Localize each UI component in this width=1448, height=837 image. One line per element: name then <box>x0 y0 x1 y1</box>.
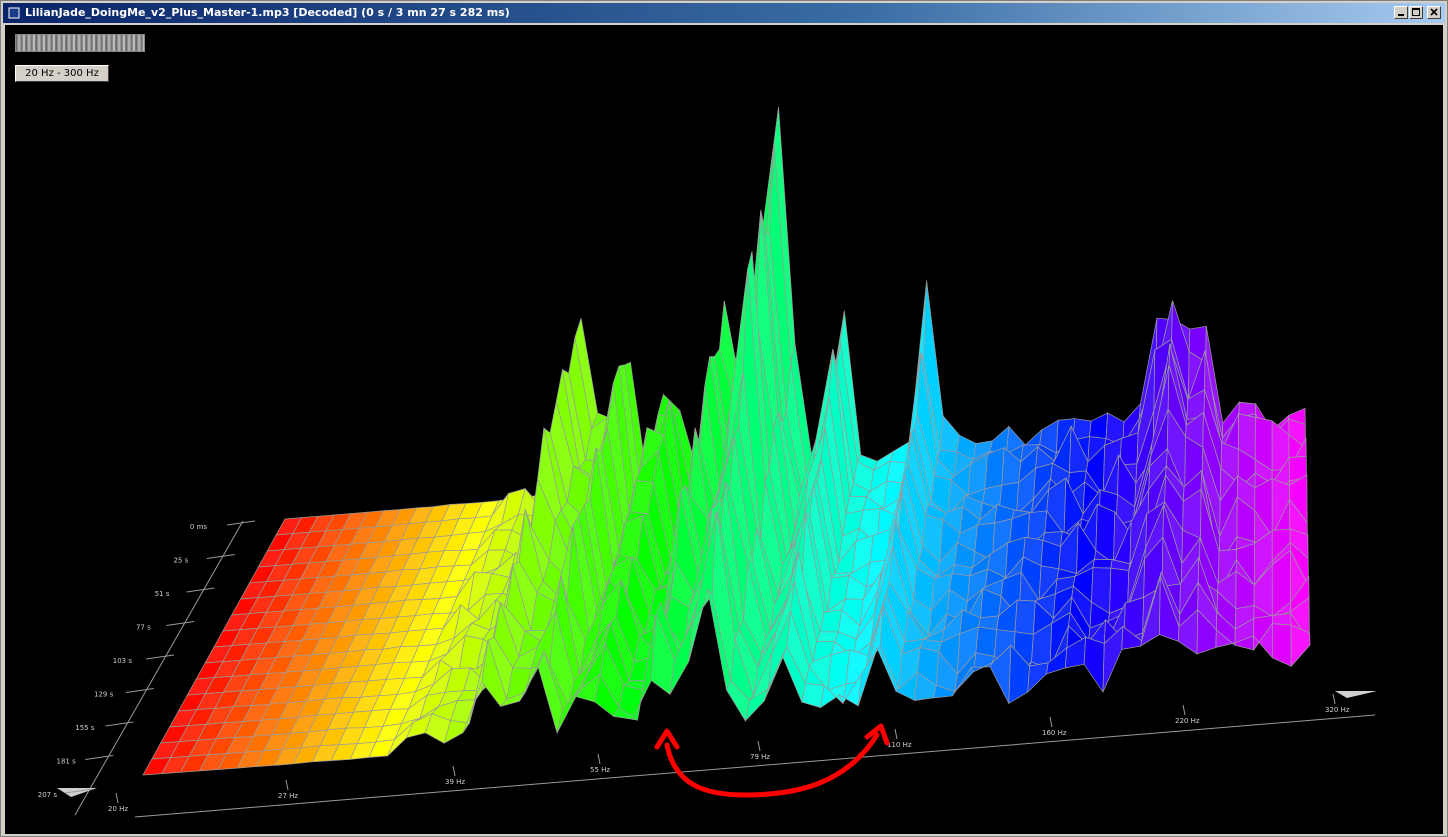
time-tick-label: 51 s <box>155 590 170 598</box>
time-tick <box>105 721 134 727</box>
time-tick-label: 129 s <box>94 691 114 699</box>
spectrum-view: 20 Hz - 300 Hz 0 ms 25 s 51 s 77 s 103 s 129 … <box>5 25 1443 834</box>
maximize-icon <box>1412 8 1420 16</box>
time-tick-label: 155 s <box>75 724 95 732</box>
frequency-tick-label: 220 Hz <box>1175 717 1200 725</box>
time-tick-label: 0 ms <box>190 523 207 531</box>
spectrum-cell <box>801 682 825 709</box>
frequency-tick <box>452 765 456 777</box>
title-bar[interactable]: LilianJade_DoingMe_v2_Plus_Master-1.mp3 … <box>3 3 1445 23</box>
frequency-tick <box>1332 693 1336 705</box>
time-tick <box>145 654 175 660</box>
spectrum-cell <box>1023 428 1043 446</box>
spectrum-cell <box>1089 412 1108 439</box>
close-button[interactable] <box>1427 6 1441 19</box>
frequency-tick-label: 27 Hz <box>278 792 298 800</box>
spectrum-cell <box>1271 613 1292 626</box>
time-tick-label: 207 s <box>38 791 58 799</box>
frequency-tick-label: 55 Hz <box>590 766 610 774</box>
close-icon <box>1430 8 1438 16</box>
frequency-tick-label: 79 Hz <box>750 753 770 761</box>
frequency-tick <box>1182 704 1186 716</box>
spectrum-cell <box>1271 623 1292 667</box>
app-window: LilianJade_DoingMe_v2_Plus_Master-1.mp3 … <box>0 0 1448 837</box>
maximize-button[interactable] <box>1409 6 1423 19</box>
axis-arrow-right <box>1335 691 1377 698</box>
frequency-tick-label: 320 Hz <box>1325 706 1350 714</box>
time-tick <box>85 755 114 760</box>
spectrum-cell <box>1027 662 1049 693</box>
time-tick-label: 25 s <box>173 557 188 565</box>
time-tick <box>166 621 195 626</box>
frequency-tick <box>894 728 898 740</box>
time-tick <box>206 554 235 559</box>
spectrum-cell <box>1092 558 1113 569</box>
frequency-tick <box>115 792 119 804</box>
time-tick-label: 77 s <box>136 624 151 632</box>
spectrum-cell <box>984 447 1005 490</box>
spectrum-cell <box>975 626 998 657</box>
frequency-tick <box>597 753 601 765</box>
frequency-tick <box>1049 716 1053 728</box>
window-title: LilianJade_DoingMe_v2_Plus_Master-1.mp3 … <box>25 6 510 19</box>
spectrum-cell <box>1083 636 1105 694</box>
frequency-tick <box>757 740 761 752</box>
frequency-tick-label: 160 Hz <box>1042 729 1067 737</box>
frequency-tick <box>285 779 289 791</box>
time-tick-label: 181 s <box>57 758 77 766</box>
spectrum-cell <box>939 414 960 453</box>
app-icon <box>8 7 20 19</box>
frequency-tick-label: 110 Hz <box>887 741 912 749</box>
minimize-button[interactable] <box>1394 6 1408 19</box>
time-tick <box>125 688 154 693</box>
time-tick-label: 103 s <box>113 657 133 665</box>
frequency-tick-label: 39 Hz <box>445 778 465 786</box>
frequency-tick-label: 20 Hz <box>108 805 128 813</box>
spectrum-cell <box>1014 599 1036 635</box>
minimize-icon <box>1398 14 1404 16</box>
time-tick <box>186 587 215 593</box>
waterfall-plot: 0 ms 25 s 51 s 77 s 103 s 129 s 155 s 181 s 207 … <box>38 106 1377 818</box>
